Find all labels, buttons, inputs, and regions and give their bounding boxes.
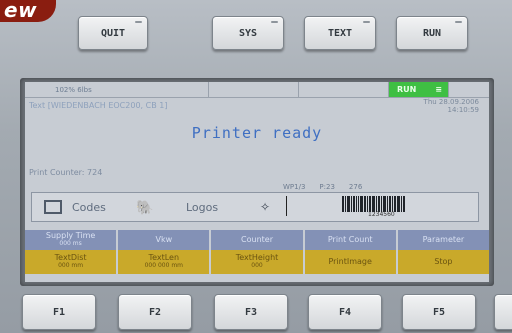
code-box-icon xyxy=(44,200,62,214)
softkey-printimage[interactable]: PrintImage xyxy=(304,250,398,274)
f1-button[interactable]: F1 xyxy=(22,294,96,330)
status-cell-3 xyxy=(299,82,389,98)
softkey-label: Counter xyxy=(241,235,273,244)
f2-label: F2 xyxy=(148,306,162,318)
indicator-led-icon xyxy=(135,21,142,23)
softkey-label: Print Count xyxy=(327,235,373,244)
softkey-label: PrintImage xyxy=(328,257,372,266)
f5-label: F5 xyxy=(432,306,446,318)
softkey-supply-time[interactable]: Supply Time 000 ms xyxy=(25,230,119,250)
time-text: 14:10:59 xyxy=(447,106,479,114)
lcd-screen: 102% 6lbs RUN ≡ Text [WIEDENBACH EOC200, … xyxy=(25,82,489,282)
print-metrics: WP1/3 P:23 276 xyxy=(283,183,362,191)
print-preview: Codes 🐘 Logos ✧ 1234560 xyxy=(31,192,479,222)
softkey-stop[interactable]: Stop xyxy=(397,250,489,274)
f2-button[interactable]: F2 xyxy=(118,294,192,330)
text-label: TEXT xyxy=(327,27,353,39)
date-text: Thu 28.09.2006 xyxy=(423,98,479,106)
softkey-row-upper: Supply Time 000 ms Vkw Counter Print Coun… xyxy=(25,230,489,250)
softkey-label: Supply Time xyxy=(45,231,96,240)
printer-status-message: Printer ready xyxy=(191,124,323,142)
quit-label: QUIT xyxy=(100,27,126,39)
elephant-logo-icon: 🐘 xyxy=(136,200,154,216)
softkey-vkw[interactable]: Vkw xyxy=(118,230,212,250)
indicator-led-icon xyxy=(271,21,278,23)
sys-button[interactable]: SYS xyxy=(212,16,284,50)
softkey-parameter[interactable]: Parameter xyxy=(397,230,489,250)
run-status-badge: RUN ≡ xyxy=(389,82,449,98)
sys-label: SYS xyxy=(238,27,258,39)
logos-label: Logos xyxy=(186,201,219,214)
codes-label: Codes xyxy=(72,201,106,214)
new-badge: ew xyxy=(0,0,56,22)
status-cell-ink: 102% 6lbs xyxy=(25,82,209,98)
softkey-row-lower: TextDist 000 mm TextLen 000 000 mm TextHei… xyxy=(25,250,489,274)
softkey-label: TextLen xyxy=(148,253,180,262)
quit-button[interactable]: QUIT xyxy=(78,16,148,50)
text-file-line: Text [WIEDENBACH EOC200, CB 1] xyxy=(29,101,168,110)
text-button[interactable]: TEXT xyxy=(304,16,376,50)
partial-key-button[interactable] xyxy=(494,294,512,330)
softkey-label: TextHeight xyxy=(235,253,279,262)
preview-cursor xyxy=(286,196,287,216)
softkey-textlen[interactable]: TextLen 000 000 mm xyxy=(118,250,212,274)
status-bar: 102% 6lbs RUN ≡ xyxy=(25,82,489,98)
softkey-print-count[interactable]: Print Count xyxy=(304,230,398,250)
datetime: Thu 28.09.2006 14:10:59 xyxy=(424,98,479,114)
status-cell-5 xyxy=(449,82,489,98)
metric-p: P:23 xyxy=(319,183,335,191)
softkey-label: TextDist xyxy=(54,253,87,262)
run-status-label: RUN xyxy=(397,85,417,94)
run-button[interactable]: RUN xyxy=(396,16,468,50)
f4-button[interactable]: F4 xyxy=(308,294,382,330)
f3-label: F3 xyxy=(244,306,258,318)
softkey-label: Vkw xyxy=(155,235,173,244)
f1-label: F1 xyxy=(52,306,66,318)
softkey-sub: 000 ms xyxy=(59,240,82,247)
f4-label: F4 xyxy=(338,306,352,318)
lamp-logo-icon: ✧ xyxy=(260,200,271,214)
print-counter: Print Counter: 724 xyxy=(29,168,103,177)
run-status-icon: ≡ xyxy=(435,85,442,94)
f5-button[interactable]: F5 xyxy=(402,294,476,330)
metric-wp: WP1/3 xyxy=(283,183,306,191)
barcode-number: 1234560 xyxy=(368,211,395,218)
softkey-sub: 000 mm xyxy=(58,262,84,269)
run-label: RUN xyxy=(422,27,442,39)
metric-count: 276 xyxy=(348,183,363,191)
barcode-icon xyxy=(342,196,424,212)
softkey-sub: 000 000 mm xyxy=(144,262,184,269)
f3-button[interactable]: F3 xyxy=(214,294,288,330)
softkey-counter[interactable]: Counter xyxy=(211,230,305,250)
softkey-label: Parameter xyxy=(422,235,465,244)
softkey-textheight[interactable]: TextHeight 000 xyxy=(211,250,305,274)
indicator-led-icon xyxy=(363,21,370,23)
softkey-label: Stop xyxy=(434,257,453,266)
softkey-sub: 000 xyxy=(251,262,263,269)
softkey-textdist[interactable]: TextDist 000 mm xyxy=(25,250,119,274)
status-cell-2 xyxy=(209,82,299,98)
indicator-led-icon xyxy=(455,21,462,23)
